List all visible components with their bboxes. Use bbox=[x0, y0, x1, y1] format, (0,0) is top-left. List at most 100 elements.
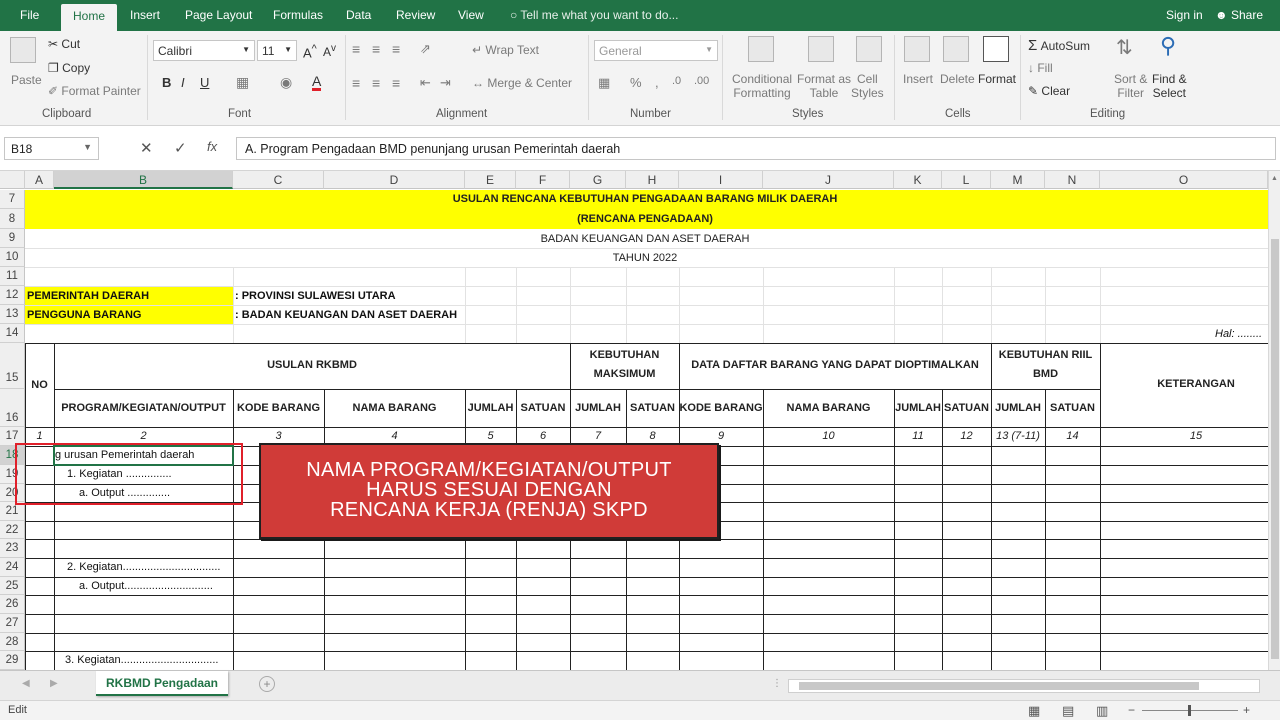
column-header-l[interactable]: L bbox=[942, 171, 991, 189]
decrease-decimal-icon[interactable]: .00 bbox=[694, 75, 709, 87]
row-header-7[interactable]: 7 bbox=[0, 190, 25, 209]
font-size-select[interactable]: 11 ▼ bbox=[257, 40, 297, 61]
indent-icon[interactable]: ⇤ bbox=[420, 75, 431, 91]
column-header-a[interactable]: A bbox=[25, 171, 54, 189]
column-header-e[interactable]: E bbox=[465, 171, 516, 189]
format-cells-button[interactable]: Format bbox=[978, 72, 1016, 86]
worksheet-grid[interactable]: A B C D E F G H I J K L M N O 7 8 9 10 1… bbox=[0, 171, 1268, 670]
vertical-scrollbar[interactable]: ▲ bbox=[1268, 171, 1280, 670]
row-header-27[interactable]: 27 bbox=[0, 614, 25, 633]
column-header-n[interactable]: N bbox=[1045, 171, 1100, 189]
column-header-g[interactable]: G bbox=[570, 171, 626, 189]
column-header-k[interactable]: K bbox=[894, 171, 942, 189]
align-center-icon[interactable]: ≡ bbox=[372, 75, 380, 91]
select-all-corner[interactable] bbox=[0, 171, 25, 189]
outdent-icon[interactable]: ⇥ bbox=[440, 75, 451, 91]
cell-styles-button[interactable]: Cell Styles bbox=[851, 72, 884, 100]
row-header-13[interactable]: 13 bbox=[0, 305, 25, 324]
zoom-in-icon[interactable]: + bbox=[1243, 703, 1250, 717]
scrollbar-thumb[interactable] bbox=[1271, 239, 1279, 659]
comma-icon[interactable]: , bbox=[655, 75, 659, 90]
row-header-10[interactable]: 10 bbox=[0, 248, 25, 267]
increase-font-icon[interactable]: A^ bbox=[303, 43, 317, 60]
column-header-h[interactable]: H bbox=[626, 171, 679, 189]
cut-button[interactable]: ✂ Cut bbox=[48, 37, 80, 51]
autosum-button[interactable]: Σ AutoSum bbox=[1028, 37, 1090, 54]
tab-page-layout[interactable]: Page Layout bbox=[185, 8, 252, 22]
zoom-slider-handle[interactable] bbox=[1188, 705, 1191, 716]
find-select-button[interactable]: Find & Select bbox=[1152, 72, 1187, 100]
percent-icon[interactable]: % bbox=[630, 75, 642, 90]
fill-color-icon[interactable]: ◉ bbox=[280, 74, 292, 91]
share-button[interactable]: ☻ Share bbox=[1215, 8, 1263, 22]
column-header-o[interactable]: O bbox=[1100, 171, 1268, 189]
cancel-icon[interactable]: ✕ bbox=[140, 139, 153, 157]
insert-cells-button[interactable]: Insert bbox=[903, 72, 933, 86]
row-header-23[interactable]: 23 bbox=[0, 539, 25, 558]
row-header-16[interactable]: 16 bbox=[0, 389, 25, 427]
zoom-out-icon[interactable]: − bbox=[1128, 703, 1135, 717]
column-header-i[interactable]: I bbox=[679, 171, 763, 189]
tab-review[interactable]: Review bbox=[396, 8, 435, 22]
name-box[interactable]: B18 ▼ bbox=[4, 137, 99, 160]
font-color-icon[interactable]: A bbox=[312, 74, 322, 91]
row-header-9[interactable]: 9 bbox=[0, 229, 25, 248]
paste-button[interactable]: Paste bbox=[11, 73, 42, 87]
row-header-22[interactable]: 22 bbox=[0, 521, 25, 539]
fill-button[interactable]: ↓ Fill bbox=[1028, 61, 1053, 75]
font-name-select[interactable]: Calibri ▼ bbox=[153, 40, 255, 61]
row-header-25[interactable]: 25 bbox=[0, 577, 25, 595]
tab-view[interactable]: View bbox=[458, 8, 484, 22]
format-painter-button[interactable]: ✐ Format Painter bbox=[48, 84, 141, 98]
row-header-28[interactable]: 28 bbox=[0, 633, 25, 651]
row-header-8[interactable]: 8 bbox=[0, 209, 25, 229]
tab-insert[interactable]: Insert bbox=[130, 8, 160, 22]
tab-home[interactable]: Home bbox=[61, 4, 118, 31]
increase-decimal-icon[interactable]: .0 bbox=[672, 75, 681, 87]
column-header-c[interactable]: C bbox=[233, 171, 324, 189]
tab-formulas[interactable]: Formulas bbox=[273, 8, 323, 22]
cell-b25[interactable]: a. Output............................. bbox=[79, 580, 213, 592]
sign-in-link[interactable]: Sign in bbox=[1166, 8, 1203, 22]
decrease-font-icon[interactable]: Av bbox=[323, 43, 336, 59]
scrollbar-thumb[interactable] bbox=[799, 682, 1199, 690]
tab-data[interactable]: Data bbox=[346, 8, 371, 22]
clear-button[interactable]: ✎ Clear bbox=[1028, 84, 1070, 98]
italic-button[interactable]: I bbox=[181, 75, 185, 90]
page-layout-icon[interactable]: ▤ bbox=[1062, 703, 1074, 719]
format-as-table-button[interactable]: Format as Table bbox=[797, 72, 851, 100]
column-header-d[interactable]: D bbox=[324, 171, 465, 189]
align-middle-icon[interactable]: ≡ bbox=[372, 41, 380, 57]
formula-input[interactable]: A. Program Pengadaan BMD penunjang urusa… bbox=[236, 137, 1276, 160]
scroll-up-icon[interactable]: ▲ bbox=[1271, 175, 1278, 182]
align-left-icon[interactable]: ≡ bbox=[352, 75, 360, 91]
align-right-icon[interactable]: ≡ bbox=[392, 75, 400, 91]
cell-b29[interactable]: 3. Kegiatan.............................… bbox=[65, 654, 218, 666]
sheet-tab-rkbmd[interactable]: RKBMD Pengadaan bbox=[96, 671, 228, 696]
currency-icon[interactable]: ▦ bbox=[598, 75, 610, 91]
row-header-12[interactable]: 12 bbox=[0, 286, 25, 305]
wrap-text-button[interactable]: ↵ Wrap Text bbox=[472, 43, 539, 57]
align-bottom-icon[interactable]: ≡ bbox=[392, 41, 400, 57]
underline-button[interactable]: U bbox=[200, 75, 209, 90]
column-header-j[interactable]: J bbox=[763, 171, 894, 189]
row-header-14[interactable]: 14 bbox=[0, 324, 25, 343]
row-header-15[interactable]: 15 bbox=[0, 343, 25, 389]
conditional-formatting-button[interactable]: Conditional Formatting bbox=[732, 72, 792, 100]
orientation-icon[interactable]: ⇗ bbox=[420, 41, 431, 57]
sort-filter-button[interactable]: Sort & Filter bbox=[1114, 72, 1147, 100]
horizontal-scrollbar[interactable] bbox=[788, 679, 1260, 693]
merge-center-button[interactable]: ↔ Merge & Center bbox=[472, 76, 572, 90]
add-sheet-icon[interactable]: + bbox=[259, 676, 275, 692]
tab-scroll-right-icon[interactable]: ▶ bbox=[50, 678, 58, 689]
bold-button[interactable]: B bbox=[162, 75, 171, 90]
tell-me-box[interactable]: ○ Tell me what you want to do... bbox=[510, 8, 678, 22]
enter-icon[interactable]: ✓ bbox=[174, 139, 187, 157]
column-header-m[interactable]: M bbox=[991, 171, 1045, 189]
page-break-icon[interactable]: ▥ bbox=[1096, 703, 1108, 719]
tab-scroll-left-icon[interactable]: ◀ bbox=[22, 678, 30, 689]
column-header-f[interactable]: F bbox=[516, 171, 570, 189]
number-format-select[interactable]: General ▼ bbox=[594, 40, 718, 61]
align-top-icon[interactable]: ≡ bbox=[352, 41, 360, 57]
borders-icon[interactable]: ▦ bbox=[236, 74, 249, 91]
